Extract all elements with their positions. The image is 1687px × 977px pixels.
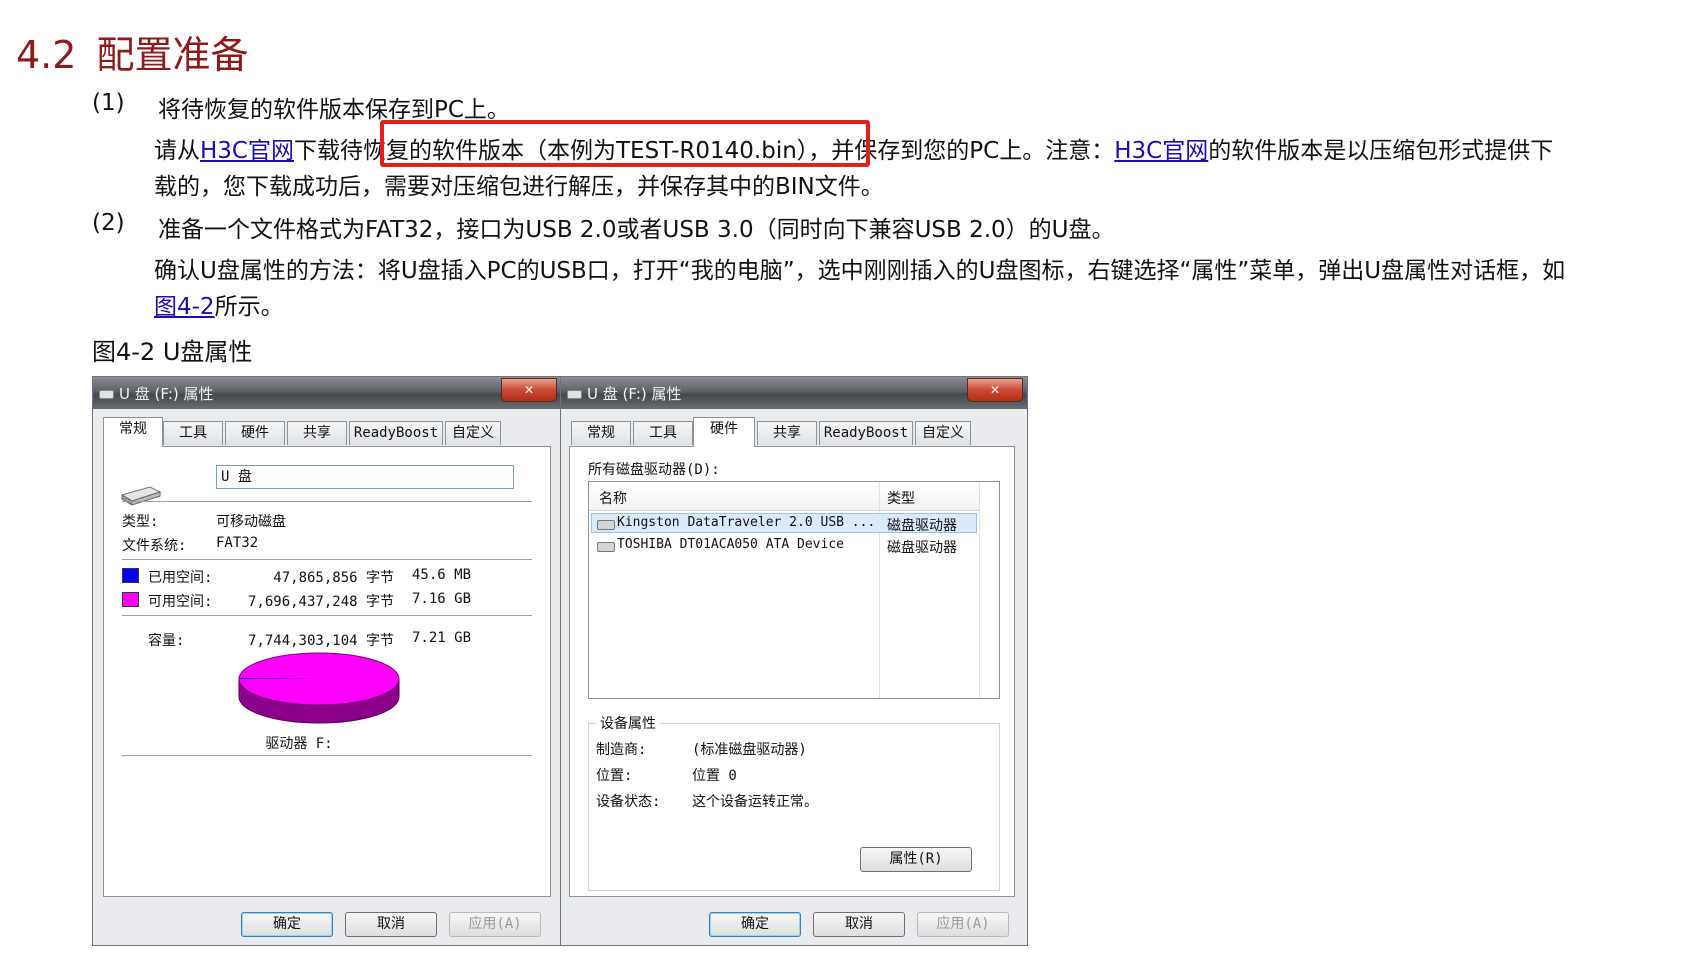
properties-dialog-general: U 盘 (F:) 属性 ✕ 常规 工具 硬件 共享 ReadyBoost 自定义… bbox=[92, 376, 562, 946]
step-1-detail-prefix: 请从 bbox=[154, 138, 200, 164]
h3c-website-link-2[interactable]: H3C官网 bbox=[1114, 138, 1208, 164]
free-space-swatch bbox=[122, 592, 139, 607]
step-2-detail-suffix: 所示。 bbox=[214, 294, 284, 320]
dialog-title: U 盘 (F:) 属性 bbox=[587, 385, 682, 403]
close-button[interactable]: ✕ bbox=[967, 378, 1023, 402]
drive-row-type: 磁盘驱动器 bbox=[887, 518, 957, 534]
device-status-label: 设备状态: bbox=[596, 794, 661, 810]
figure-caption: 图4-2 U盘属性 bbox=[92, 338, 253, 366]
title-bar[interactable]: U 盘 (F:) 属性 ✕ bbox=[93, 377, 561, 409]
tab-customize[interactable]: 自定义 bbox=[915, 421, 971, 445]
tab-general[interactable]: 常规 bbox=[571, 421, 631, 445]
tab-readyboost[interactable]: ReadyBoost bbox=[819, 421, 913, 445]
apply-button[interactable]: 应用(A) bbox=[917, 912, 1009, 937]
type-label: 类型: bbox=[122, 514, 159, 530]
apply-button[interactable]: 应用(A) bbox=[449, 912, 541, 937]
column-header-type[interactable]: 类型 bbox=[887, 488, 915, 508]
step-1-detail-suffix: 的软件版本是以压缩包形式提供下 bbox=[1208, 138, 1554, 164]
tab-customize[interactable]: 自定义 bbox=[445, 421, 501, 445]
step-2-index: (2) bbox=[92, 210, 125, 236]
tab-sharing[interactable]: 共享 bbox=[757, 421, 817, 445]
divider bbox=[122, 559, 532, 560]
section-title: 配置准备 bbox=[96, 33, 249, 77]
list-header bbox=[589, 482, 979, 511]
title-bar[interactable]: U 盘 (F:) 属性 ✕ bbox=[561, 377, 1027, 409]
tab-hardware[interactable]: 硬件 bbox=[225, 421, 285, 445]
divider bbox=[122, 501, 532, 502]
usb-drive-icon bbox=[120, 486, 162, 506]
free-space-size: 7.16 GB bbox=[412, 591, 472, 607]
device-status-value: 这个设备运转正常。 bbox=[692, 794, 818, 810]
cancel-button[interactable]: 取消 bbox=[345, 912, 437, 937]
capacity-bytes: 7,744,303,104 字节 bbox=[247, 633, 394, 649]
disk-icon bbox=[597, 520, 615, 530]
drive-icon bbox=[567, 390, 582, 399]
ok-button[interactable]: 确定 bbox=[709, 912, 801, 937]
hardware-panel: 所有磁盘驱动器(D): 名称 类型 Kingston DataTraveler … bbox=[569, 446, 1015, 897]
section-number: 4.2 bbox=[16, 33, 77, 77]
location-value: 位置 0 bbox=[692, 768, 737, 784]
drive-row-name: Kingston DataTraveler 2.0 USB ... bbox=[617, 515, 876, 530]
drive-row-name[interactable]: TOSHIBA DT01ACA050 ATA Device bbox=[617, 537, 844, 552]
tab-tools[interactable]: 工具 bbox=[163, 421, 223, 445]
used-space-label: 已用空间: bbox=[148, 570, 213, 586]
dialog-title: U 盘 (F:) 属性 bbox=[119, 385, 214, 403]
h3c-website-link-1[interactable]: H3C官网 bbox=[200, 138, 294, 164]
location-label: 位置: bbox=[596, 768, 633, 784]
device-properties-title: 设备属性 bbox=[596, 713, 660, 733]
step-2-detail-line1: 确认U盘属性的方法：将U盘插入PC的USB口，打开“我的电脑”，选中刚刚插入的U… bbox=[154, 258, 1566, 284]
column-header-name[interactable]: 名称 bbox=[599, 488, 627, 508]
filesystem-label: 文件系统: bbox=[122, 538, 187, 554]
general-panel: U 盘 类型: 可移动磁盘 文件系统: FAT32 已用空间: 47,865,8… bbox=[103, 446, 551, 897]
step-2-detail-line2: 图4-2所示。 bbox=[154, 287, 284, 321]
step-1-index: (1) bbox=[92, 90, 125, 116]
column-divider bbox=[979, 482, 980, 698]
step-1-text: 将待恢复的软件版本保存到PC上。 bbox=[158, 97, 510, 123]
filesystem-value: FAT32 bbox=[216, 535, 259, 551]
divider bbox=[122, 615, 532, 616]
disk-usage-pie-chart bbox=[238, 652, 400, 724]
used-space-size: 45.6 MB bbox=[412, 567, 472, 583]
used-space-swatch bbox=[122, 568, 139, 583]
cancel-button[interactable]: 取消 bbox=[813, 912, 905, 937]
drive-icon bbox=[99, 390, 114, 399]
step-1-detail-line2: 载的，您下载成功后，需要对压缩包进行解压，并保存其中的BIN文件。 bbox=[154, 174, 884, 200]
section-heading: 4.2 配置准备 bbox=[16, 24, 248, 79]
tab-hardware[interactable]: 硬件 bbox=[693, 417, 755, 447]
disk-drives-label: 所有磁盘驱动器(D): bbox=[588, 462, 720, 478]
divider bbox=[122, 755, 532, 756]
free-space-bytes: 7,696,437,248 字节 bbox=[247, 594, 394, 610]
manufacturer-value: (标准磁盘驱动器) bbox=[692, 742, 807, 758]
figure-4-2-link[interactable]: 图4-2 bbox=[154, 294, 215, 320]
highlight-box bbox=[380, 120, 870, 167]
capacity-label: 容量: bbox=[148, 633, 185, 649]
type-value: 可移动磁盘 bbox=[216, 514, 286, 530]
disk-icon bbox=[597, 542, 615, 552]
properties-dialog-hardware: U 盘 (F:) 属性 ✕ 常规 工具 硬件 共享 ReadyBoost 自定义… bbox=[560, 376, 1028, 946]
manufacturer-label: 制造商: bbox=[596, 742, 647, 758]
properties-button[interactable]: 属性(R) bbox=[860, 847, 972, 872]
step-2-text: 准备一个文件格式为FAT32，接口为USB 2.0或者USB 3.0（同时向下兼… bbox=[158, 217, 1115, 243]
drive-row-type: 磁盘驱动器 bbox=[887, 540, 957, 556]
tab-sharing[interactable]: 共享 bbox=[287, 421, 347, 445]
disk-drives-list[interactable]: 名称 类型 Kingston DataTraveler 2.0 USB ... … bbox=[588, 481, 1000, 699]
free-space-label: 可用空间: bbox=[148, 594, 213, 610]
capacity-size: 7.21 GB bbox=[412, 630, 472, 646]
tab-readyboost[interactable]: ReadyBoost bbox=[349, 421, 443, 445]
ok-button[interactable]: 确定 bbox=[241, 912, 333, 937]
volume-label-input[interactable]: U 盘 bbox=[216, 465, 514, 489]
drive-letter-label: 驱动器 F: bbox=[265, 736, 333, 752]
tab-general[interactable]: 常规 bbox=[103, 417, 163, 447]
close-button[interactable]: ✕ bbox=[501, 378, 557, 402]
tab-tools[interactable]: 工具 bbox=[633, 421, 693, 445]
used-space-bytes: 47,865,856 字节 bbox=[273, 570, 394, 586]
